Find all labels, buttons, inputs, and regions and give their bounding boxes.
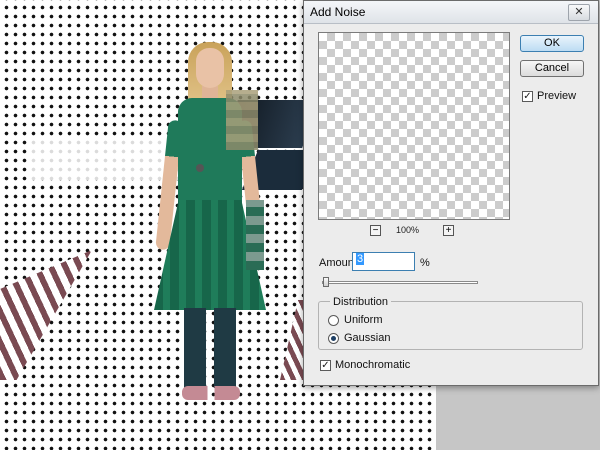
amount-input[interactable]: 3	[352, 252, 415, 271]
distribution-legend: Distribution	[330, 296, 392, 308]
zoom-in-button[interactable]: +	[443, 225, 454, 236]
figure-face	[196, 48, 224, 88]
monochromatic-label[interactable]: Monochromatic	[335, 359, 410, 371]
preview-checkbox[interactable]: ✓	[522, 91, 533, 102]
gaussian-radio[interactable]	[328, 333, 339, 344]
minus-icon: −	[372, 225, 379, 236]
gaussian-label[interactable]: Gaussian	[344, 332, 390, 344]
figure-legs	[184, 308, 236, 388]
filter-preview-area[interactable]	[318, 32, 510, 220]
preview-label[interactable]: Preview	[537, 90, 576, 102]
checkmark-icon: ✓	[523, 91, 532, 102]
zoom-level: 100%	[396, 225, 420, 235]
checkmark-icon: ✓	[321, 360, 330, 371]
monochromatic-checkbox[interactable]: ✓	[320, 360, 331, 371]
plus-icon: +	[445, 225, 452, 236]
dialog-titlebar[interactable]: Add Noise ✕	[304, 1, 598, 24]
amount-slider-track[interactable]	[322, 281, 478, 284]
woman-figure-image	[140, 40, 270, 405]
pixelated-hair-strip	[226, 90, 258, 150]
zoom-out-button[interactable]: −	[370, 225, 381, 236]
dialog-title: Add Noise	[310, 5, 366, 19]
close-button[interactable]: ✕	[568, 4, 590, 21]
amount-value: 3	[356, 253, 365, 265]
figure-shoes	[182, 386, 240, 400]
pixelated-dress-strip	[246, 200, 264, 270]
close-icon: ✕	[574, 6, 584, 18]
figure-brooch	[196, 164, 204, 172]
canvas-striped-shape	[0, 250, 92, 380]
amount-unit: %	[420, 257, 430, 269]
add-noise-dialog: Add Noise ✕ − 100% + OK Cancel ✓ Preview…	[303, 0, 599, 386]
amount-slider-thumb[interactable]	[323, 277, 330, 287]
ok-button[interactable]: OK	[520, 35, 584, 52]
uniform-label[interactable]: Uniform	[344, 314, 383, 326]
cancel-button[interactable]: Cancel	[520, 60, 584, 77]
uniform-radio[interactable]	[328, 315, 339, 326]
